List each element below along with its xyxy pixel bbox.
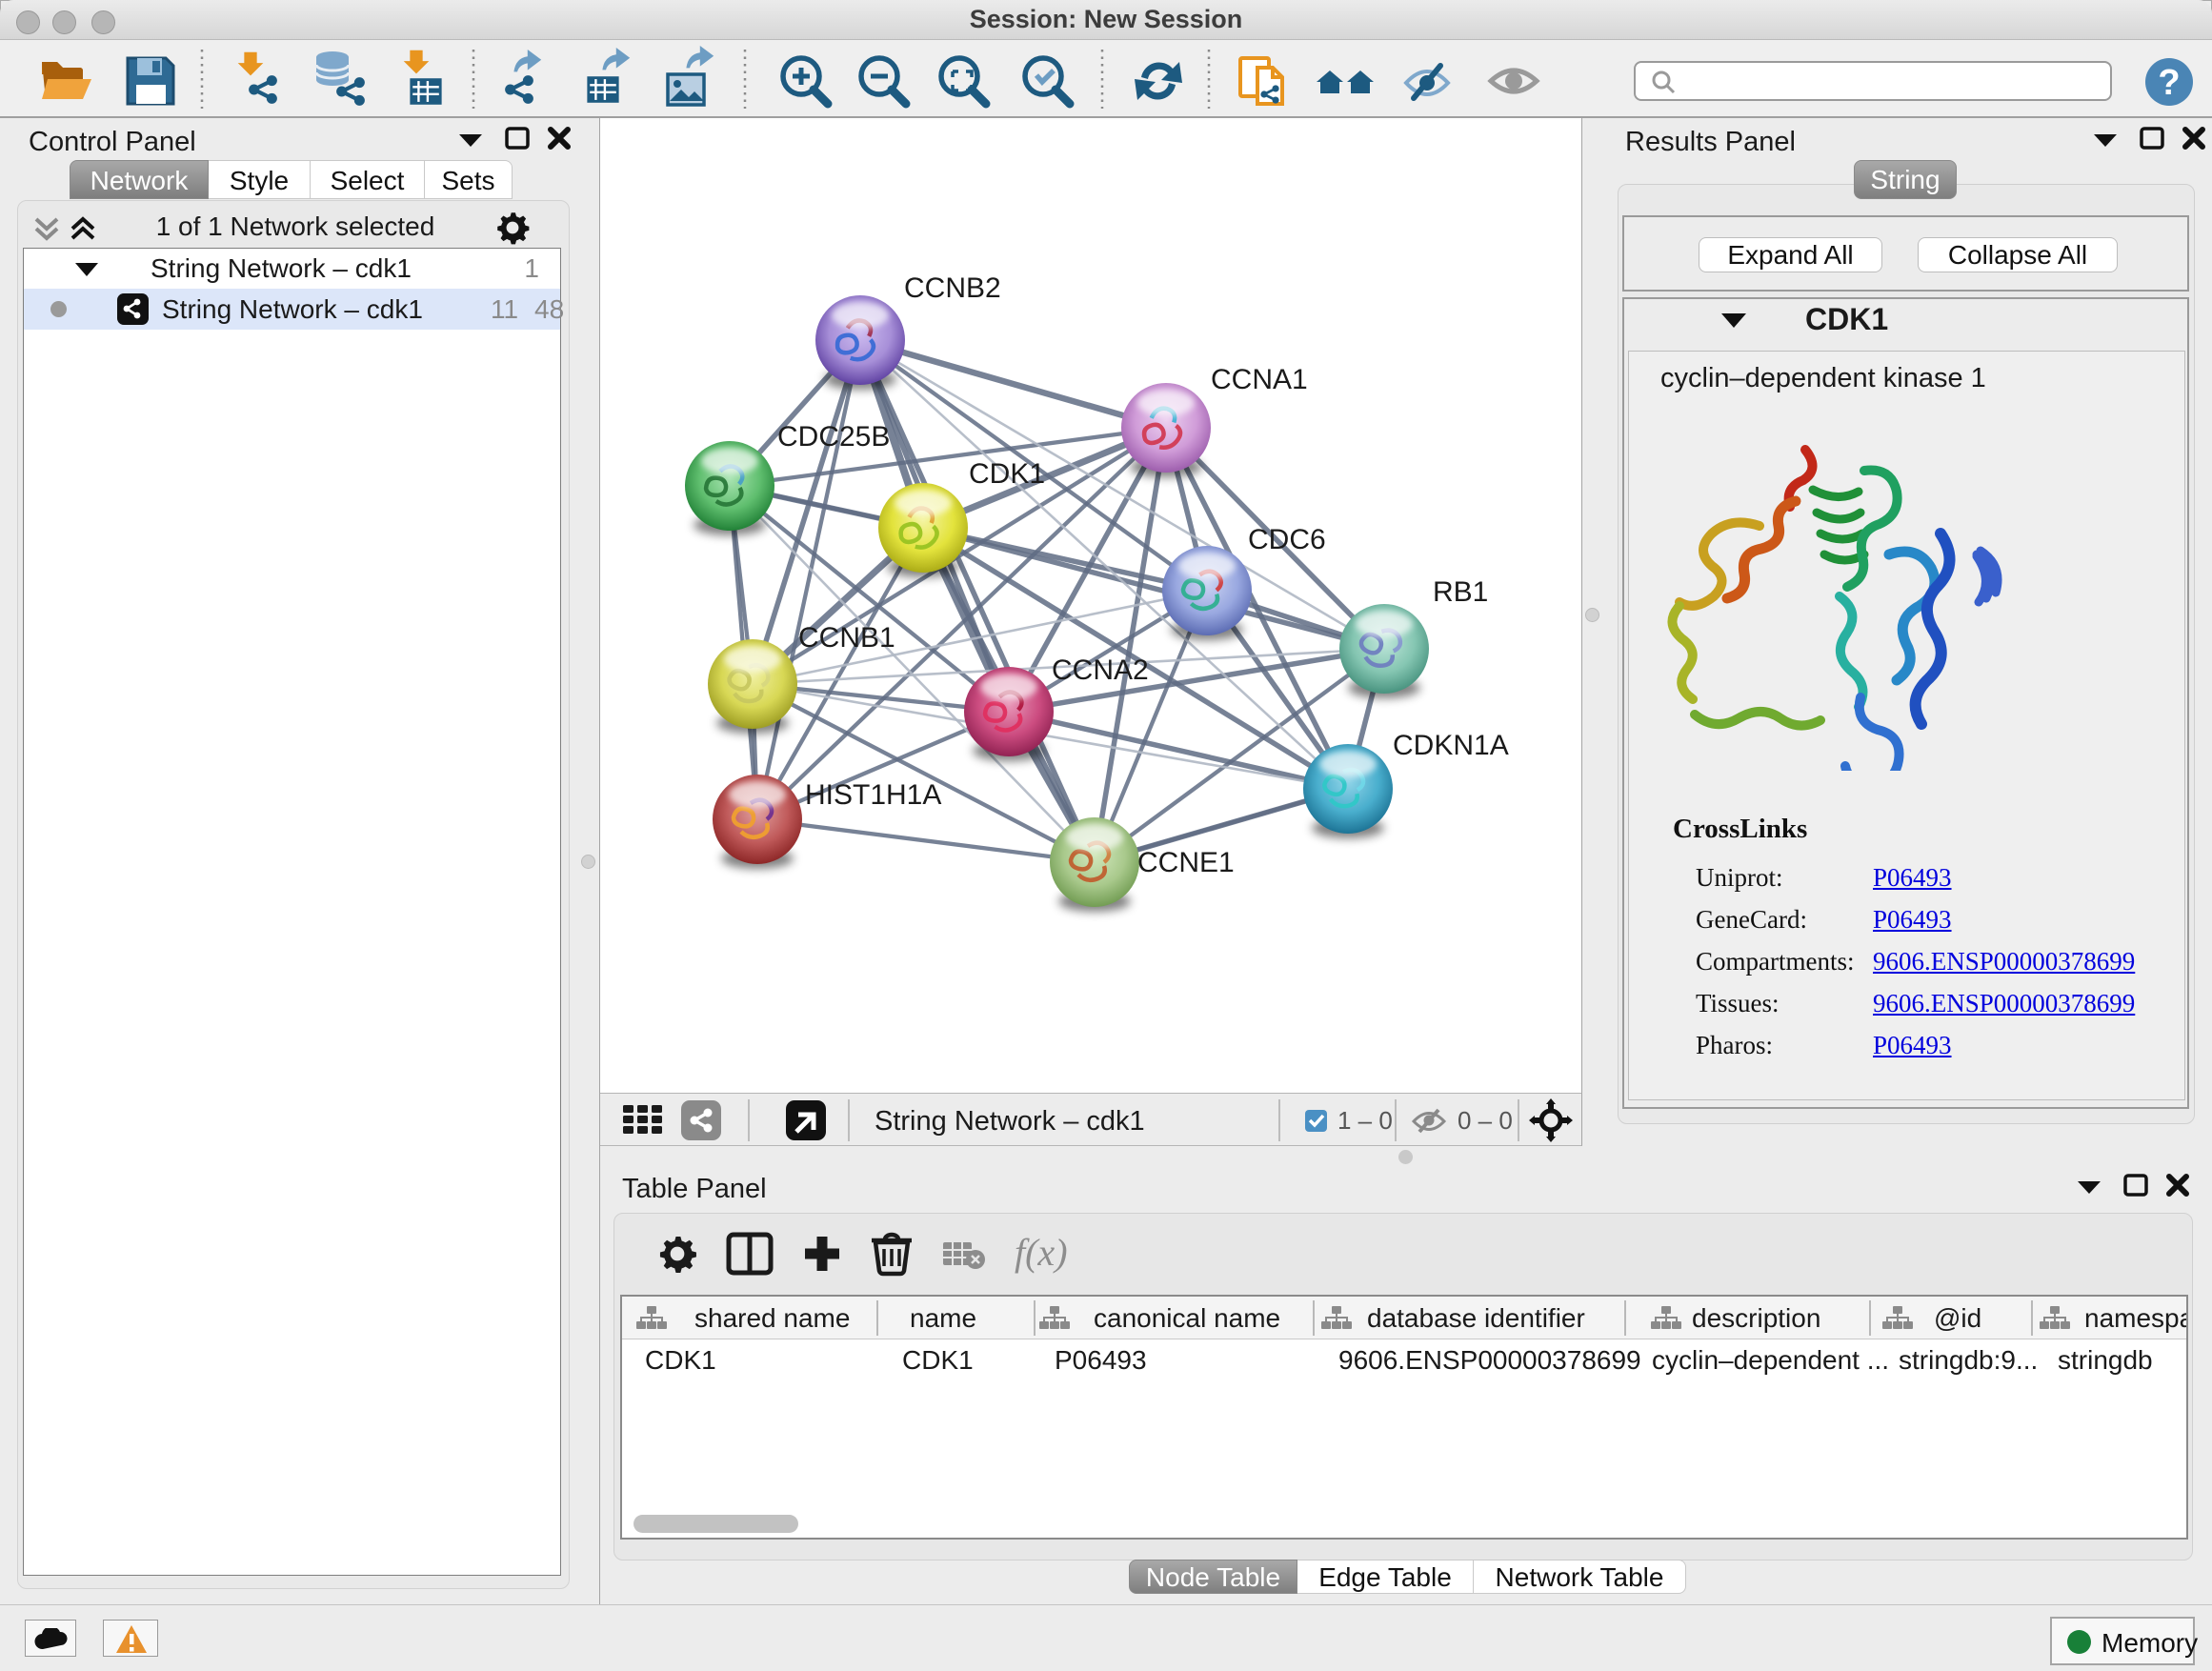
svg-text:CDC6: CDC6 [1248,524,1326,555]
svg-text:f(x): f(x) [1015,1231,1068,1274]
svg-text:CDKN1A: CDKN1A [1393,730,1509,761]
svg-text:0 – 0: 0 – 0 [1458,1106,1513,1135]
svg-text:CDC25B: CDC25B [777,421,890,453]
svg-text:1 – 0: 1 – 0 [1337,1106,1393,1135]
svg-text:CCNB2: CCNB2 [904,272,1001,304]
svg-text:CCNE1: CCNE1 [1137,847,1235,878]
svg-text:CDK1: CDK1 [969,458,1045,490]
svg-text:String Network – cdk1: String Network – cdk1 [875,1106,1145,1137]
svg-text:RB1: RB1 [1433,576,1488,608]
svg-text:CCNA1: CCNA1 [1211,364,1308,395]
svg-text:CCNA2: CCNA2 [1052,654,1149,686]
svg-text:CCNB1: CCNB1 [798,622,895,654]
svg-text:?: ? [2158,63,2180,103]
svg-text:HIST1H1A: HIST1H1A [805,779,941,811]
